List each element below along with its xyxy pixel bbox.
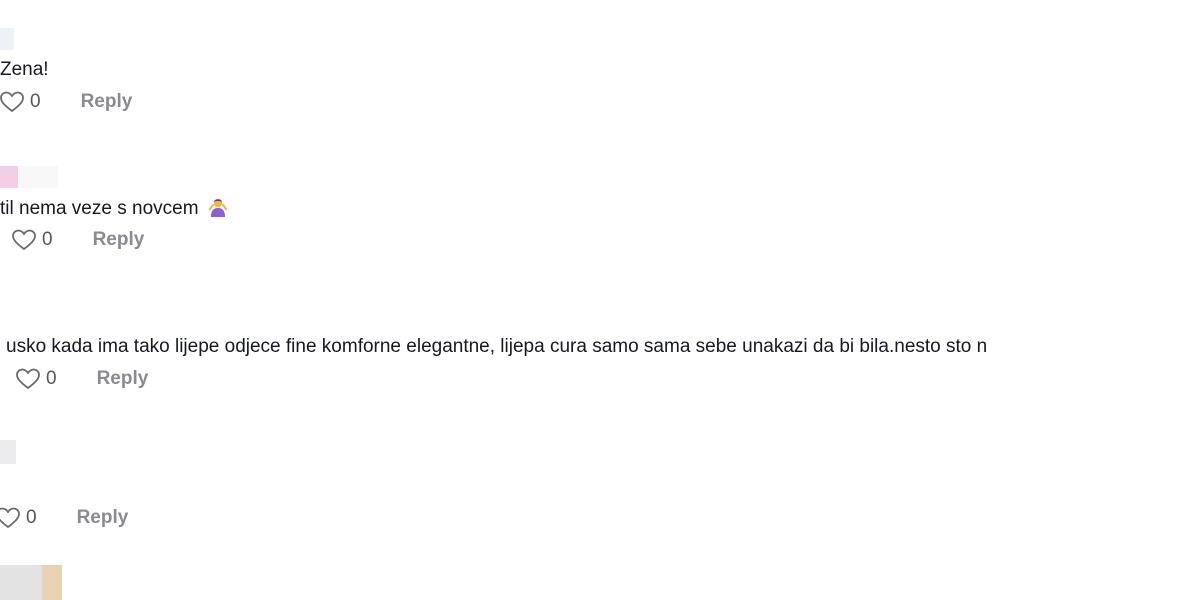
like-button[interactable]: 0 xyxy=(16,368,57,390)
comment-text: til nema veze s novcem xyxy=(0,196,229,225)
comment-actions: 0 Reply xyxy=(12,228,144,252)
heart-icon xyxy=(0,91,24,113)
heart-icon xyxy=(12,229,36,251)
username-blurred[interactable] xyxy=(0,565,42,600)
heart-icon xyxy=(16,368,40,390)
like-button[interactable]: 0 xyxy=(0,507,37,529)
like-count: 0 xyxy=(42,229,53,250)
like-button[interactable]: 0 xyxy=(12,229,53,251)
like-button[interactable]: 0 xyxy=(0,91,41,113)
like-count: 0 xyxy=(46,368,57,389)
comment-text: usko kada ima tako lijepe odjece fine ko… xyxy=(6,336,988,357)
comment-actions: 0 Reply xyxy=(0,90,132,114)
username-blurred[interactable] xyxy=(0,440,16,464)
heart-icon xyxy=(0,507,20,529)
username-blurred-part xyxy=(18,166,58,188)
comment-text: Zena! xyxy=(0,59,49,80)
like-count: 0 xyxy=(26,507,37,528)
comment-actions: 0 Reply xyxy=(0,506,128,530)
reply-button[interactable]: Reply xyxy=(93,229,145,251)
comment-actions: 0 Reply xyxy=(16,367,148,391)
username-blurred[interactable] xyxy=(0,28,14,50)
reply-button[interactable]: Reply xyxy=(77,507,129,529)
reply-button[interactable]: Reply xyxy=(97,368,149,390)
reply-button[interactable]: Reply xyxy=(81,91,133,113)
like-count: 0 xyxy=(30,91,41,112)
username-blurred-part xyxy=(42,565,62,600)
comment-text-content: til nema veze s novcem xyxy=(0,198,199,219)
person-gesturing-icon xyxy=(207,196,229,225)
username-blurred[interactable] xyxy=(0,166,18,188)
